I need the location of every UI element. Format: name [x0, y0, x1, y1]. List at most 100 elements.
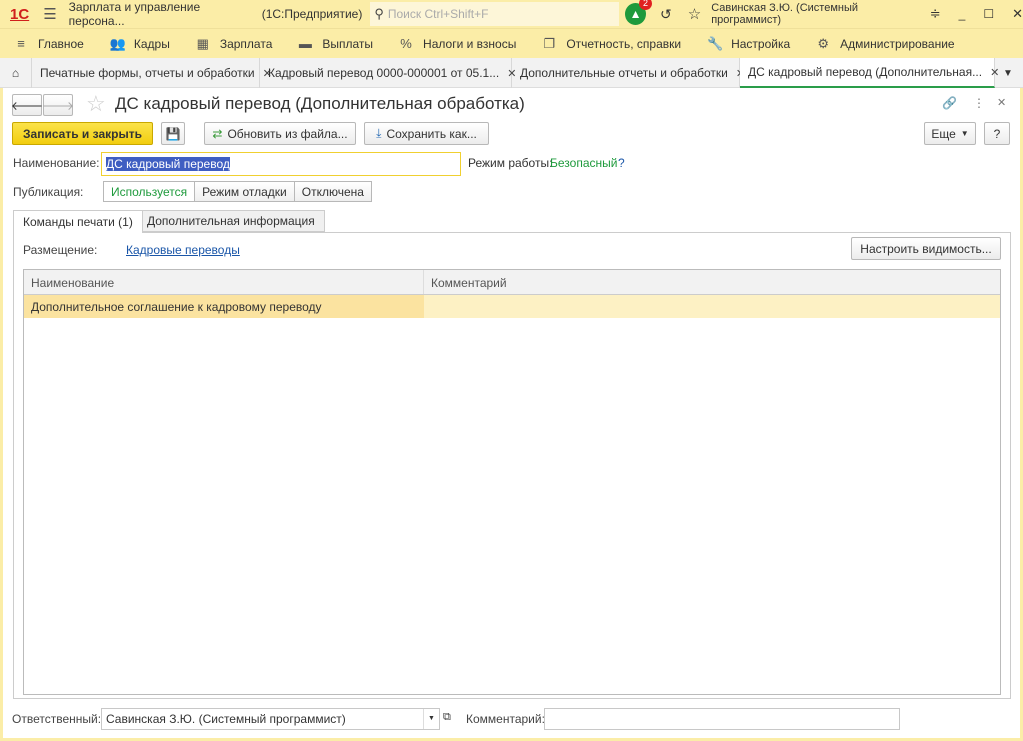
inner-tab-print-commands[interactable]: Команды печати (1) [13, 210, 143, 233]
floppy-disk-icon: 💾 [165, 126, 181, 141]
mode-help-link[interactable]: ? [618, 156, 625, 170]
history-icon[interactable]: ↺ [660, 6, 672, 23]
wrench-icon: 🔧 [707, 35, 724, 51]
bell-icon: ▲ [629, 7, 642, 21]
back-button[interactable]: 🡐 [11, 94, 43, 116]
section-settings[interactable]: 🔧 Настройка [707, 36, 790, 52]
forward-button[interactable]: 🡒 [42, 94, 74, 116]
name-input[interactable]: ДС кадровый перевод [101, 152, 461, 176]
section-taxes[interactable]: % Налоги и взносы [399, 36, 516, 51]
tab-label: Печатные формы, отчеты и обработки [40, 66, 255, 80]
responsible-input[interactable]: Савинская З.Ю. (Системный программист) ▼ [101, 708, 440, 730]
placement-label: Размещение: [23, 243, 98, 257]
open-windows-tabs: ⌂ Печатные формы, отчеты и обработки ✕ Ка… [0, 58, 1023, 88]
configure-visibility-button[interactable]: Настроить видимость... [851, 237, 1001, 260]
comment-label: Комментарий: [466, 712, 545, 726]
section-label: Настройка [731, 36, 791, 51]
hamburger-menu-icon[interactable]: ☰ [43, 5, 56, 23]
settings-menu-icon[interactable]: ≑ [930, 6, 941, 22]
dropdown-arrow-icon[interactable]: ▼ [423, 709, 439, 729]
cell-name: Дополнительное соглашение к кадровому пе… [24, 295, 424, 318]
more-button[interactable]: Еще ▼ [924, 122, 976, 145]
comment-input[interactable] [544, 708, 900, 730]
publication-used[interactable]: Используется [103, 181, 196, 202]
save-and-close-button[interactable]: Записать и закрыть [12, 122, 153, 145]
cell-comment [424, 295, 1000, 318]
minimize-button[interactable]: _ [959, 7, 966, 21]
update-file-icon: ⇄ [212, 126, 223, 141]
section-salary[interactable]: ▦ Зарплата [196, 36, 273, 52]
publication-switch: Используется Режим отладки Отключена [103, 181, 372, 202]
favorite-star-icon[interactable]: ☆ [86, 91, 106, 117]
table-header: Наименование Комментарий [24, 270, 1000, 295]
wallet-icon: ▬ [298, 36, 312, 51]
mode-value: Безопасный [550, 156, 618, 170]
section-label: Кадры [133, 36, 170, 51]
documents-icon: ❐ [543, 35, 556, 51]
section-label: Отчетность, справки [566, 36, 682, 51]
update-from-file-button[interactable]: ⇄ Обновить из файла... [204, 122, 356, 145]
column-header-name[interactable]: Наименование [24, 270, 424, 294]
button-label: Сохранить как... [386, 126, 477, 141]
save-button[interactable]: 💾 [161, 122, 185, 145]
global-search-input[interactable]: ⚲ Поиск Ctrl+Shift+F [370, 2, 620, 26]
notifications-button[interactable]: ▲ 2 [625, 0, 652, 25]
close-window-button[interactable]: ✕ [1012, 6, 1023, 22]
link-icon[interactable]: 🔗 [942, 96, 957, 110]
publication-debug[interactable]: Режим отладки [194, 181, 295, 202]
section-label: Администрирование [840, 36, 955, 51]
inner-tab-additional-info[interactable]: Дополнительная информация [137, 210, 325, 232]
people-icon: 👥 [109, 35, 127, 51]
table-row[interactable]: Дополнительное соглашение к кадровому пе… [24, 295, 1000, 318]
favorites-star-icon[interactable]: ☆ [688, 5, 701, 23]
name-value: ДС кадровый перевод [106, 157, 230, 171]
tab-hr-transfer[interactable]: Кадровый перевод 0000-000001 от 05.1... ✕ [260, 58, 516, 88]
help-button[interactable]: ? [984, 122, 1010, 145]
tab-print-forms[interactable]: Печатные формы, отчеты и обработки ✕ [32, 58, 272, 88]
form-window: 🡐 🡒 ☆ ДС кадровый перевод (Дополнительна… [0, 88, 1023, 741]
publication-disabled[interactable]: Отключена [293, 181, 372, 202]
app-title: Зарплата и управление персона... [68, 0, 201, 28]
search-placeholder: Поиск Ctrl+Shift+F [387, 7, 489, 21]
section-label: Зарплата [219, 36, 273, 51]
tab-panel: Размещение: Кадровые переводы Настроить … [13, 232, 1011, 699]
section-label: Главное [38, 36, 84, 51]
placement-link[interactable]: Кадровые переводы [126, 243, 240, 257]
1c-logo: 1С [10, 5, 30, 23]
column-header-comment[interactable]: Комментарий [424, 270, 1000, 294]
tabs-dropdown-button[interactable]: ▼ [995, 58, 1019, 88]
tab-label: Кадровый перевод 0000-000001 от 05.1... [268, 66, 500, 80]
button-label: Обновить из файла... [227, 126, 348, 141]
section-payments[interactable]: ▬ Выплаты [298, 36, 373, 51]
section-hr[interactable]: 👥 Кадры [110, 36, 170, 52]
notifications-badge: 2 [639, 0, 652, 10]
section-admin[interactable]: ⚙ Администрирование [816, 36, 954, 52]
current-user[interactable]: Савинская З.Ю. (Системный программист) [711, 2, 920, 26]
section-label: Выплаты [322, 36, 374, 51]
save-as-button[interactable]: ⤓ Сохранить как... [364, 122, 489, 145]
close-form-icon[interactable]: ✕ [997, 96, 1006, 109]
platform-label: (1С:Предприятие) [261, 7, 363, 21]
section-main[interactable]: ≡ Главное [14, 36, 84, 51]
responsible-label: Ответственный: [12, 712, 102, 726]
tab-label: Дополнительные отчеты и обработки [520, 66, 728, 80]
print-commands-table: Наименование Комментарий Дополнительное … [23, 269, 1001, 695]
maximize-button[interactable]: ☐ [983, 7, 994, 21]
home-tab[interactable]: ⌂ [0, 58, 32, 88]
name-label: Наименование: [13, 156, 100, 170]
section-label: Налоги и взносы [423, 36, 517, 51]
more-actions-icon[interactable]: ⋮ [973, 96, 985, 110]
section-reports[interactable]: ❐ Отчетность, справки [542, 35, 682, 52]
tab-additional-reports[interactable]: Дополнительные отчеты и обработки✕ [512, 58, 745, 88]
home-icon: ⌂ [11, 66, 20, 80]
chevron-down-icon: ▼ [960, 129, 969, 138]
tab-label: Команды печати (1) [23, 215, 133, 229]
mode-label: Режим работы: [468, 156, 553, 170]
download-icon: ⤓ [376, 126, 382, 140]
tab-label: ДС кадровый перевод (Дополнительная... [748, 65, 983, 79]
open-responsible-icon[interactable]: ⧉ [443, 711, 451, 724]
publication-label: Публикация: [13, 185, 84, 199]
tab-ds-transfer[interactable]: ДС кадровый перевод (Дополнительная... ✕ [740, 58, 999, 88]
button-label: Еще [931, 126, 956, 141]
form-title: ДС кадровый перевод (Дополнительная обра… [115, 94, 525, 113]
